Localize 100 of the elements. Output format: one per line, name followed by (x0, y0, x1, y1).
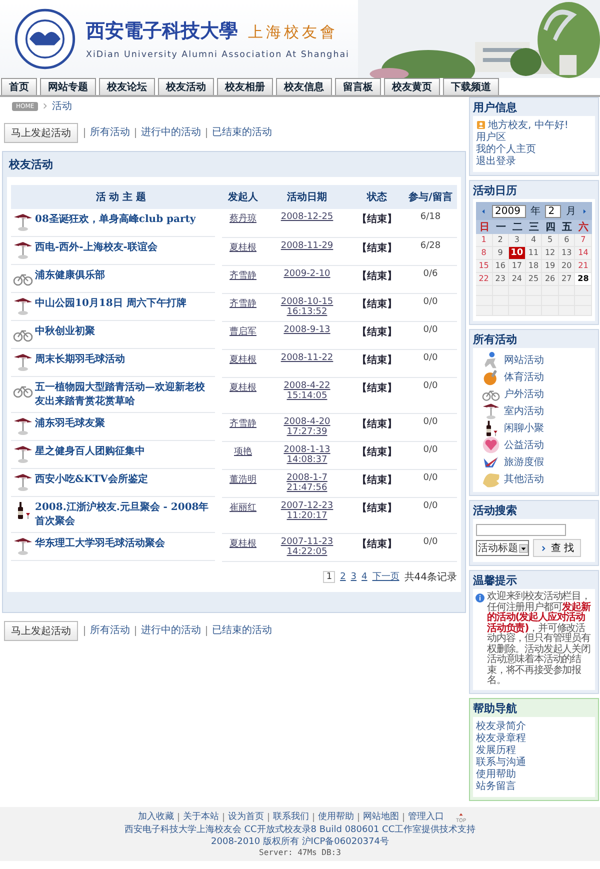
filter-link[interactable]: 进行中的活动 (135, 626, 206, 636)
calendar-day[interactable]: 19 (542, 260, 559, 273)
category-link[interactable]: 其他活动 (504, 472, 544, 486)
calendar-day[interactable]: 5 (542, 234, 559, 247)
nav-tab[interactable]: 首页 (1, 78, 37, 95)
help-link[interactable]: 校友录简介 (476, 718, 526, 732)
initiator-link[interactable]: 夏桂根 (230, 536, 256, 550)
date-link[interactable]: 2009-2-10 (284, 268, 330, 278)
footer-link[interactable]: 网站地图 (358, 813, 403, 822)
user-menu-link[interactable]: 退出登录 (476, 154, 516, 168)
footer-link[interactable]: 设为首页 (222, 813, 268, 822)
nav-tab[interactable]: 校友信息 (276, 78, 332, 95)
calendar-day[interactable]: 23 (492, 273, 510, 286)
initiator-link[interactable]: 董浩明 (230, 472, 256, 486)
activity-title-link[interactable]: 星之健身百人团购征集中 (35, 444, 145, 458)
date-link[interactable]: 2007-11-23 14:22:05 (266, 536, 348, 556)
help-link[interactable]: 联系与沟通 (476, 754, 526, 768)
calendar-day[interactable]: 12 (542, 247, 559, 260)
nav-tab[interactable]: 校友黄页 (384, 78, 440, 95)
activity-title-link[interactable]: 中秋创业初聚 (35, 324, 95, 338)
calendar-day[interactable]: 21 (575, 260, 592, 273)
nav-tab[interactable]: 网站专题 (40, 78, 96, 95)
calendar-day[interactable]: 3 (509, 234, 526, 247)
footer-link[interactable]: 加入收藏 (134, 813, 178, 822)
help-link[interactable]: 站务留言 (476, 778, 516, 792)
calendar-day[interactable]: 10 (509, 247, 526, 260)
activity-title-link[interactable]: 周末长期羽毛球活动 (35, 352, 125, 366)
user-menu-link[interactable]: 我的个人主页 (476, 142, 536, 156)
filter-link[interactable]: 已结束的活动 (206, 626, 277, 636)
calendar-day[interactable]: 27 (558, 273, 576, 286)
start-activity-button[interactable]: 马上发起活动 (4, 123, 78, 143)
date-link[interactable]: 2008-4-22 15:14:05 (266, 380, 348, 400)
calendar-day[interactable]: 17 (509, 260, 526, 273)
date-link[interactable]: 2008-11-29 (280, 240, 334, 250)
activity-title-link[interactable]: 2008.江浙沪校友.元旦聚会 - 2008年首次聚会 (35, 500, 213, 528)
category-link[interactable]: 室内活动 (504, 404, 544, 418)
date-link[interactable]: 2008-4-20 17:27:39 (266, 416, 348, 436)
page-link[interactable]: 1 (323, 570, 336, 582)
date-link[interactable]: 2008-12-25 (280, 212, 334, 222)
initiator-link[interactable]: 曹启军 (230, 324, 256, 338)
filter-link[interactable]: 所有活动 (84, 626, 135, 636)
calendar-day[interactable]: 26 (542, 273, 559, 286)
calendar-day[interactable]: 4 (526, 234, 542, 247)
calendar-day[interactable]: 16 (492, 260, 510, 273)
calendar-day[interactable]: 15 (476, 260, 493, 273)
activity-title-link[interactable]: 五一植物园大型踏青活动—欢迎新老校友出来踏青赏花赏草哈 (35, 380, 213, 408)
activity-title-link[interactable]: 西安小吃&KTV会所鉴定 (35, 472, 148, 486)
activity-title-link[interactable]: 08圣诞狂欢，单身高峰club party (35, 212, 196, 226)
calendar-day[interactable]: 2 (492, 234, 510, 247)
initiator-link[interactable]: 夏桂根 (230, 380, 256, 394)
calendar-day[interactable]: 22 (476, 273, 493, 286)
year-field[interactable]: 2009 (492, 204, 526, 218)
user-menu-link[interactable]: 用户区 (476, 130, 506, 144)
date-link[interactable]: 2008-1-13 14:08:37 (266, 444, 348, 464)
calendar-day[interactable]: 24 (509, 273, 526, 286)
calendar-day[interactable]: 20 (558, 260, 576, 273)
date-link[interactable]: 2008-1-7 21:47:56 (266, 472, 348, 492)
initiator-link[interactable]: 崔丽红 (230, 500, 256, 514)
footer-link[interactable]: 联系我们 (268, 813, 313, 822)
category-link[interactable]: 公益活动 (504, 438, 544, 452)
filter-link[interactable]: 已结束的活动 (206, 128, 277, 138)
category-link[interactable]: 网站活动 (504, 352, 544, 366)
activity-title-link[interactable]: 浦东健康俱乐部 (35, 268, 105, 282)
calendar-day[interactable]: 9 (492, 247, 510, 260)
initiator-link[interactable]: 项艳 (234, 444, 252, 458)
calendar-day[interactable]: 11 (526, 247, 542, 260)
month-field[interactable]: 2 (545, 204, 562, 218)
search-type-dropdown[interactable]: 活动标题 (476, 540, 529, 556)
nav-tab[interactable]: 留言板 (335, 78, 381, 95)
initiator-link[interactable]: 齐雪静 (230, 268, 256, 282)
initiator-link[interactable]: 齐雪静 (230, 296, 256, 310)
footer-link[interactable]: 管理入口 (402, 813, 448, 822)
initiator-link[interactable]: 夏桂根 (230, 352, 256, 366)
search-button[interactable]: 查 找 (533, 539, 582, 557)
nav-tab[interactable]: 校友相册 (217, 78, 273, 95)
date-link[interactable]: 2008-9-13 (284, 324, 330, 334)
calendar-day[interactable]: 1 (476, 234, 493, 247)
calendar-day[interactable]: 7 (575, 234, 592, 247)
activity-title-link[interactable]: 中山公园10月18日 周六下午打牌 (35, 296, 186, 310)
activity-title-link[interactable]: 浦东羽毛球友聚 (35, 416, 105, 430)
date-link[interactable]: 2008-11-22 (280, 352, 334, 362)
calendar-day[interactable]: 28 (575, 273, 592, 286)
footer-link[interactable]: 使用帮助 (312, 813, 358, 822)
help-link[interactable]: 发展历程 (476, 742, 516, 756)
page-link[interactable]: 3 (350, 572, 357, 582)
category-link[interactable]: 体育活动 (504, 370, 544, 384)
nav-tab[interactable]: 校友论坛 (99, 78, 155, 95)
greeting-link[interactable]: 地方校友, 中午好! (488, 118, 568, 132)
category-link[interactable]: 旅游度假 (504, 454, 544, 468)
initiator-link[interactable]: 齐雪静 (230, 416, 256, 430)
page-link[interactable]: 4 (362, 572, 368, 582)
initiator-link[interactable]: 蔡丹琼 (230, 212, 256, 225)
category-link[interactable]: 闲聊小聚 (504, 420, 544, 434)
page-link[interactable]: 2 (340, 572, 346, 582)
filter-link[interactable]: 所有活动 (84, 128, 135, 138)
calendar-day[interactable]: 6 (558, 234, 576, 247)
start-activity-button[interactable]: 马上发起活动 (4, 620, 78, 640)
calendar-day[interactable]: 13 (558, 247, 576, 260)
calendar-day[interactable]: 8 (476, 247, 493, 260)
next-page-link[interactable]: 下一页 (372, 570, 400, 583)
